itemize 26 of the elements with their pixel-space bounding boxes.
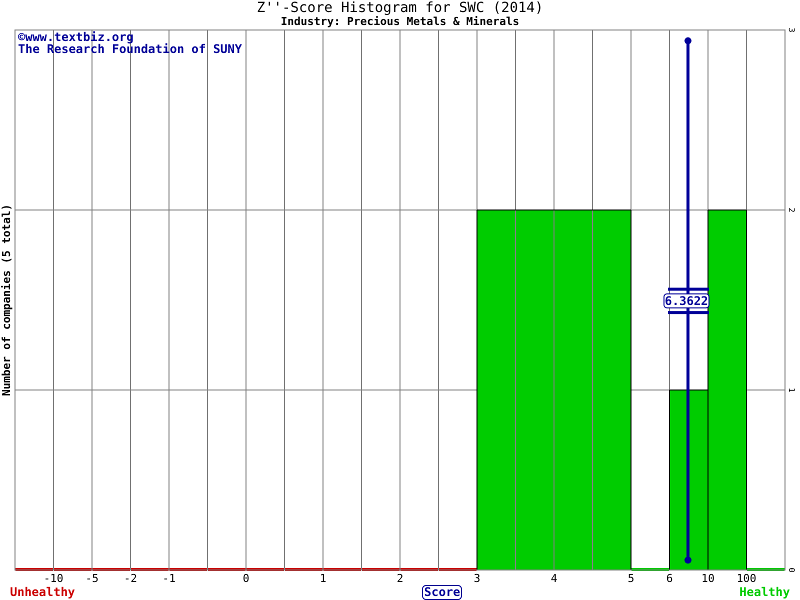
- x-tick-label: 2: [396, 572, 404, 584]
- x-tick-label: -2: [124, 572, 138, 584]
- x-tick-label: 1: [320, 572, 326, 584]
- x-tick-label: 0: [242, 572, 250, 584]
- healthy-label: Healthy: [739, 585, 790, 599]
- y-tick-label: 2: [787, 208, 796, 212]
- x-tick-label: 4: [550, 572, 558, 584]
- x-tick-label: 10: [701, 572, 715, 584]
- x-axis-label: Score: [422, 584, 462, 600]
- chart-subtitle: Industry: Precious Metals & Minerals: [280, 16, 520, 28]
- y-tick-label: 1: [787, 388, 796, 392]
- source-text: The Research Foundation of SUNY: [18, 42, 242, 56]
- y-tick-label: 3: [787, 28, 796, 32]
- y-axis-label: Number of companies (5 total): [0, 204, 13, 396]
- x-tick-label: 5: [628, 572, 634, 584]
- x-tick-label: -10: [44, 572, 64, 584]
- x-tick-label: 100: [736, 572, 756, 584]
- copyright-text: ©www.textbiz.org: [18, 30, 134, 44]
- x-tick-label: -5: [85, 572, 99, 584]
- x-tick-label: 3: [474, 572, 480, 584]
- unhealthy-label: Unhealthy: [10, 585, 76, 599]
- x-tick-label: 6: [666, 572, 673, 584]
- chart-title: Z''-Score Histogram for SWC (2014): [256, 0, 544, 16]
- marker-label: 6.3622: [663, 293, 710, 308]
- y-tick-label: 0: [787, 568, 796, 572]
- x-tick-label: -1: [162, 572, 176, 584]
